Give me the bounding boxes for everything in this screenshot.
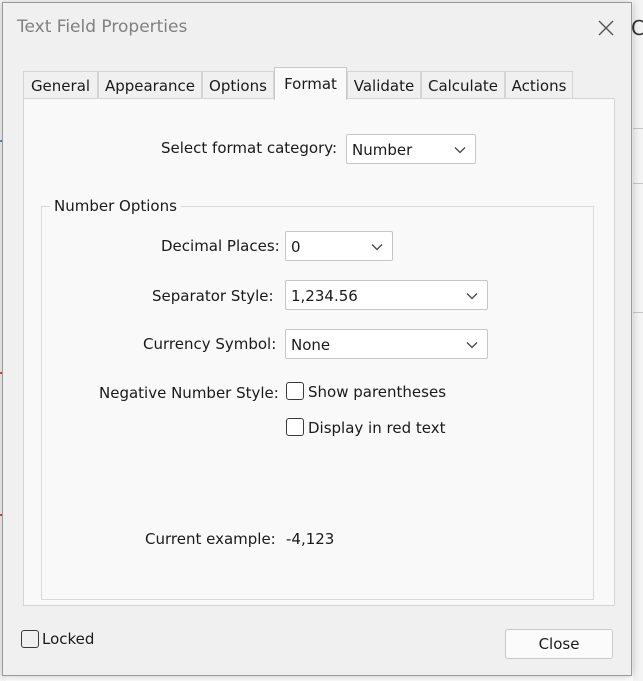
chevron-down-icon <box>466 342 478 349</box>
currency-symbol-select[interactable]: None <box>285 329 488 359</box>
locked-checkbox[interactable] <box>21 630 39 648</box>
tab-calculate[interactable]: Calculate <box>421 71 505 99</box>
close-button-label: Close <box>538 635 580 653</box>
title-bar[interactable]: Text Field Properties <box>3 3 631 51</box>
background-divider <box>633 312 643 313</box>
tab-label: Calculate <box>427 76 499 95</box>
background-text: Co <box>631 16 643 40</box>
currency-symbol-label: Currency Symbol: <box>143 335 277 353</box>
select-value: 1,234.56 <box>291 287 358 305</box>
tab-label: Format <box>284 75 337 93</box>
select-value: 0 <box>291 238 301 256</box>
tab-validate[interactable]: Validate <box>347 71 421 99</box>
close-icon[interactable] <box>593 15 619 41</box>
background-divider <box>633 183 643 184</box>
separator-style-select[interactable]: 1,234.56 <box>285 280 488 310</box>
close-button[interactable]: Close <box>505 629 613 659</box>
select-value: Number <box>352 141 413 159</box>
tab-label: General <box>30 76 91 95</box>
decimal-places-label: Decimal Places: <box>161 237 280 255</box>
chevron-down-icon <box>466 293 478 300</box>
background-divider <box>633 128 643 129</box>
background-window-right <box>633 0 643 681</box>
tab-label: Actions <box>511 76 567 95</box>
tab-label: Appearance <box>104 76 196 95</box>
tab-label: Options <box>209 76 267 95</box>
show-parentheses-checkbox[interactable] <box>286 382 304 400</box>
current-example-label: Current example: <box>145 530 276 548</box>
format-category-label: Select format category: <box>161 139 338 157</box>
select-value: None <box>291 336 331 354</box>
negative-number-style-label: Negative Number Style: <box>99 384 279 402</box>
number-options-title: Number Options <box>50 197 181 215</box>
window-title: Text Field Properties <box>17 17 188 37</box>
red-text-checkbox[interactable] <box>286 418 304 436</box>
separator-style-label: Separator Style: <box>152 287 274 305</box>
tab-general[interactable]: General <box>23 71 98 99</box>
chevron-down-icon <box>454 147 466 154</box>
format-category-select[interactable]: Number <box>346 134 476 164</box>
tab-options[interactable]: Options <box>202 71 274 99</box>
tab-label: Validate <box>353 76 415 95</box>
tab-format[interactable]: Format <box>274 67 347 100</box>
tab-appearance[interactable]: Appearance <box>98 71 202 99</box>
current-example-value: -4,123 <box>286 530 335 548</box>
chevron-down-icon <box>371 244 383 251</box>
show-parentheses-label[interactable]: Show parentheses <box>308 383 446 401</box>
tab-actions[interactable]: Actions <box>505 71 573 99</box>
red-text-label[interactable]: Display in red text <box>308 419 445 437</box>
locked-label[interactable]: Locked <box>42 630 94 648</box>
decimal-places-select[interactable]: 0 <box>285 231 393 261</box>
